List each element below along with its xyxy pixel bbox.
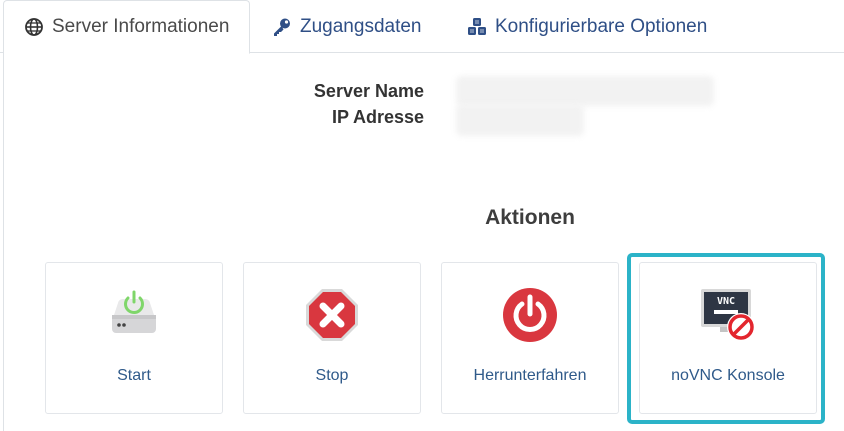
cubes-icon xyxy=(467,17,487,37)
tab-zugangsdaten[interactable]: Zugangsdaten xyxy=(272,0,422,53)
shutdown-button[interactable]: Herrunterfahren xyxy=(441,262,619,414)
start-button[interactable]: Start xyxy=(45,262,223,414)
actions-heading: Aktionen xyxy=(485,206,575,229)
server-name-label: Server Name xyxy=(313,81,424,101)
action-label: Herrunterfahren xyxy=(473,367,587,384)
tab-label: Zugangsdaten xyxy=(300,15,422,37)
ip-address-label: IP Adresse xyxy=(331,107,424,127)
ip-address-value-redacted xyxy=(456,104,584,136)
tab-label: Server Informationen xyxy=(52,16,230,37)
vnc-console-icon: VNC xyxy=(698,285,758,345)
tab-konfigurierbare-optionen[interactable]: Konfigurierbare Optionen xyxy=(467,0,707,53)
svg-text:VNC: VNC xyxy=(717,296,735,307)
action-label: Stop xyxy=(315,367,349,384)
power-off-icon xyxy=(500,285,560,345)
action-label: noVNC Konsole xyxy=(671,367,785,384)
globe-icon xyxy=(24,17,44,37)
stop-octagon-icon xyxy=(302,285,362,345)
power-on-server-icon xyxy=(104,285,164,345)
server-name-value-redacted xyxy=(456,76,714,106)
tab-label: Konfigurierbare Optionen xyxy=(495,15,708,37)
tab-bar: Server Informationen Zugangsdaten Konfig… xyxy=(0,0,844,54)
stop-button[interactable]: Stop xyxy=(243,262,421,414)
key-icon xyxy=(272,17,292,37)
tab-server-informationen[interactable]: Server Informationen xyxy=(3,0,250,54)
action-label: Start xyxy=(117,367,151,384)
novnc-console-button[interactable]: VNC noVNC Konsole xyxy=(639,262,817,414)
